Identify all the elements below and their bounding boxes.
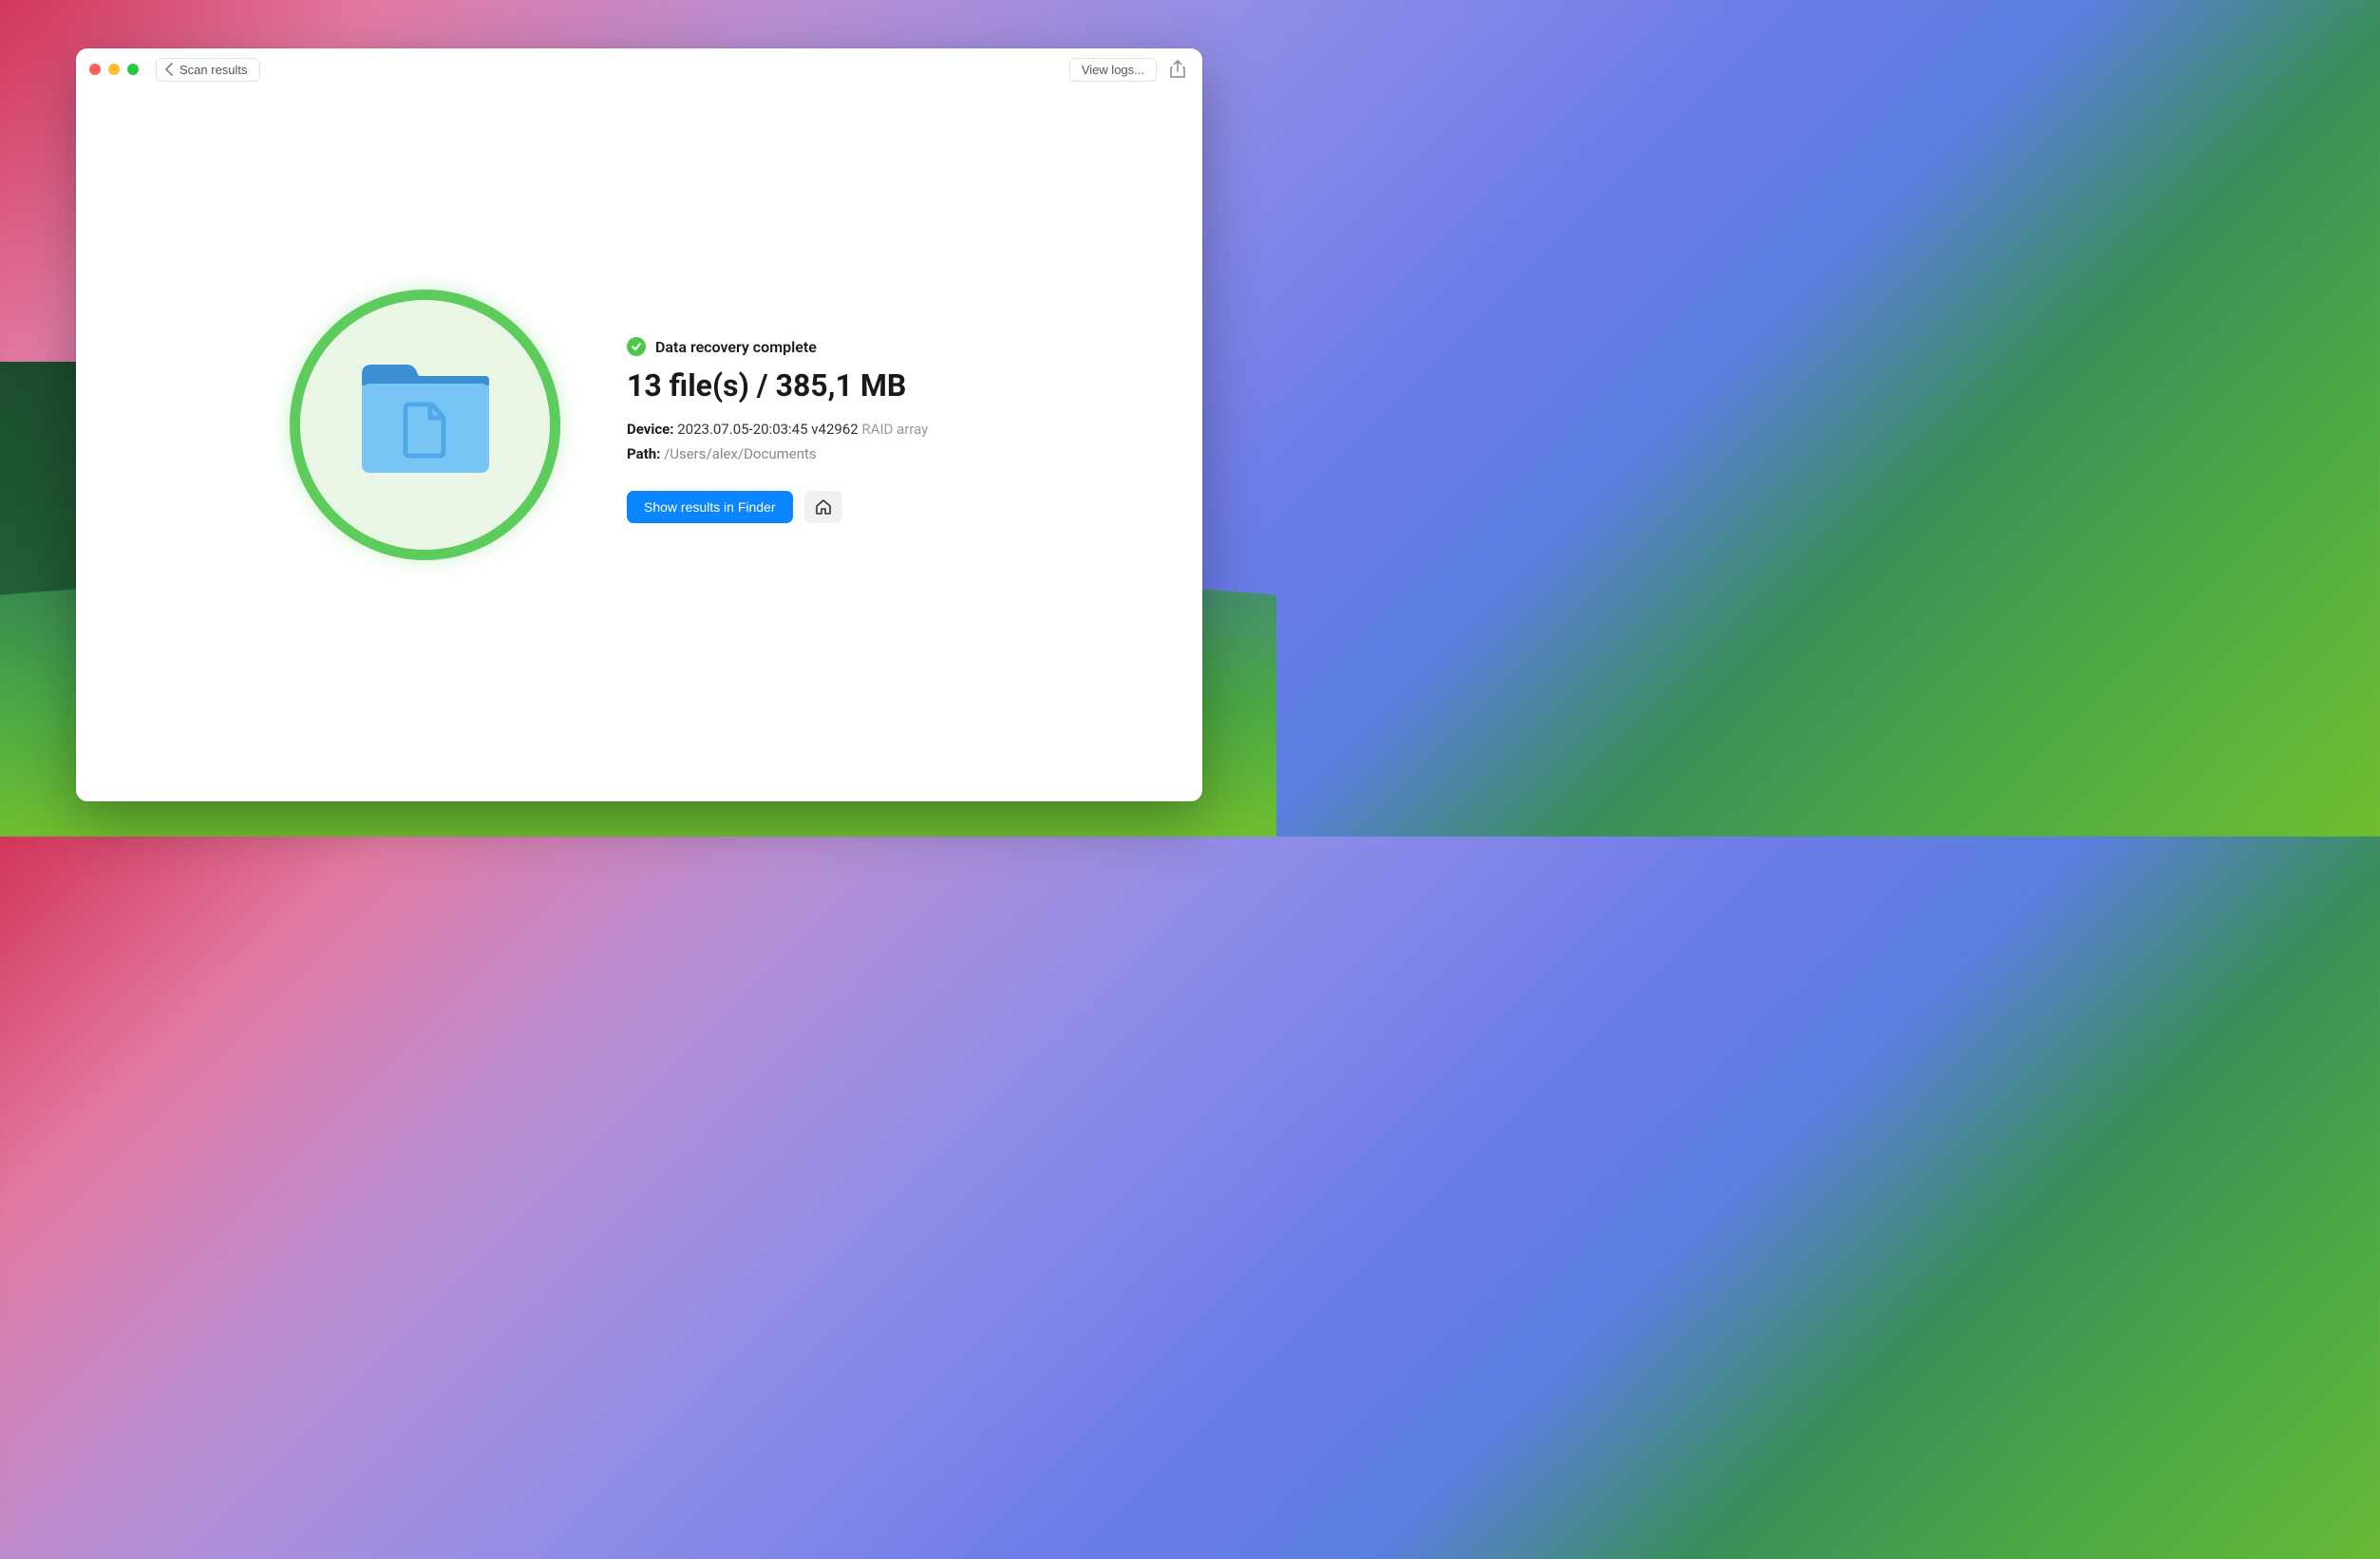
path-label: Path:: [627, 445, 660, 462]
result-icon-circle: [290, 290, 560, 560]
info-section: Data recovery complete 13 file(s) / 385,…: [627, 290, 928, 523]
back-button-label: Scan results: [179, 63, 248, 77]
chevron-left-icon: [164, 63, 174, 76]
device-value: 2023.07.05-20:03:45 v42962: [677, 421, 858, 438]
show-in-finder-button[interactable]: Show results in Finder: [627, 491, 793, 523]
status-line: Data recovery complete: [627, 337, 928, 356]
folder-document-icon: [354, 359, 497, 492]
device-line: Device: 2023.07.05-20:03:45 v42962 RAID …: [627, 421, 928, 438]
show-in-finder-label: Show results in Finder: [644, 499, 776, 515]
home-button[interactable]: [804, 491, 842, 523]
success-checkmark-icon: [627, 337, 646, 356]
action-row: Show results in Finder: [627, 491, 928, 523]
window-controls: [89, 64, 139, 75]
content-area: Data recovery complete 13 file(s) / 385,…: [76, 90, 1202, 560]
window-titlebar: Scan results View logs...: [76, 48, 1202, 90]
result-heading: 13 file(s) / 385,1 MB: [627, 367, 928, 404]
minimize-window-button[interactable]: [108, 64, 120, 75]
path-value: /Users/alex/Documents: [664, 445, 817, 462]
maximize-window-button[interactable]: [127, 64, 139, 75]
app-window: Scan results View logs...: [76, 48, 1202, 801]
share-icon: [1170, 60, 1185, 79]
view-logs-button[interactable]: View logs...: [1069, 58, 1157, 82]
path-line: Path: /Users/alex/Documents: [627, 445, 928, 462]
home-icon: [815, 498, 832, 516]
close-window-button[interactable]: [89, 64, 101, 75]
device-type: RAID array: [861, 421, 928, 438]
device-label: Device:: [627, 421, 673, 438]
view-logs-label: View logs...: [1082, 63, 1144, 77]
back-button[interactable]: Scan results: [156, 58, 260, 82]
share-button[interactable]: [1166, 58, 1189, 81]
status-text: Data recovery complete: [655, 338, 817, 356]
